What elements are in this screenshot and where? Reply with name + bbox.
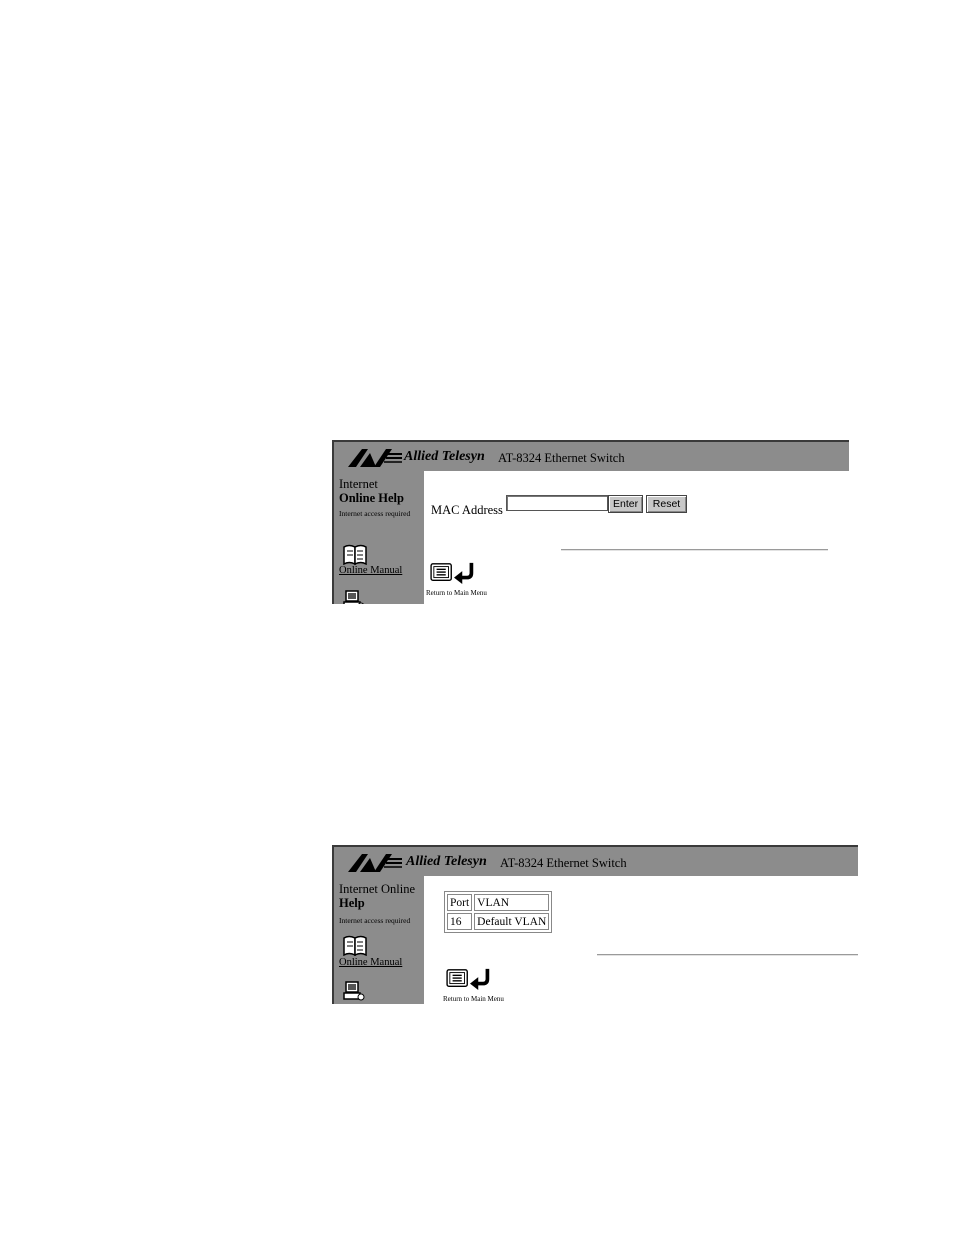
sidebar: Internet Online Help Internet access req… (332, 471, 424, 604)
online-manual-link[interactable]: Online Manual (339, 957, 402, 968)
port-cell: 16 (447, 913, 473, 930)
return-to-main-menu-icon[interactable] (444, 968, 496, 990)
help-note: Internet access required (339, 916, 411, 925)
header-bar: Allied Telesyn AT-8324 Ethernet Switch (332, 440, 849, 471)
column-header-port: Port (447, 894, 473, 911)
online-manual-link[interactable]: Online Manual (339, 565, 402, 576)
vlan-result-screen: Allied Telesyn AT-8324 Ethernet Switch I… (332, 845, 858, 1004)
table-row: 16 Default VLAN (447, 913, 550, 930)
mac-address-screen: Allied Telesyn AT-8324 Ethernet Switch I… (332, 440, 849, 604)
enter-button[interactable]: Enter (608, 495, 643, 513)
sidebar: Internet Online Help Internet access req… (332, 876, 424, 1004)
book-icon[interactable] (342, 543, 368, 565)
online-help-title: Internet Online Help (339, 882, 416, 910)
divider (597, 954, 858, 956)
port-vlan-table: Port VLAN 16 Default VLAN (444, 891, 553, 933)
product-title: AT-8324 Ethernet Switch (498, 451, 625, 465)
book-icon[interactable] (342, 934, 368, 956)
column-header-vlan: VLAN (474, 894, 550, 911)
computer-icon[interactable] (343, 980, 365, 1002)
product-title: AT-8324 Ethernet Switch (500, 856, 627, 870)
main-content: Port VLAN 16 Default VLAN Return to Main… (424, 876, 858, 1004)
return-to-main-menu-label[interactable]: Return to Main Menu (426, 589, 487, 597)
online-help-title: Internet Online Help (339, 477, 404, 505)
allied-telesyn-logo-icon (348, 853, 402, 872)
brand-name: Allied Telesyn (404, 449, 485, 464)
mac-address-label: MAC Address (431, 503, 503, 517)
return-to-main-menu-icon[interactable] (428, 562, 480, 584)
table-header-row: Port VLAN (447, 894, 550, 911)
computer-icon[interactable] (343, 589, 365, 604)
divider (561, 549, 828, 551)
header-bar: Allied Telesyn AT-8324 Ethernet Switch (332, 845, 858, 876)
allied-telesyn-logo-icon (348, 448, 402, 467)
brand-name: Allied Telesyn (406, 854, 487, 869)
main-content: MAC Address Enter Reset Return to Main M… (424, 471, 849, 604)
help-note: Internet access required (339, 509, 411, 518)
mac-address-input[interactable] (506, 495, 608, 511)
reset-button[interactable]: Reset (646, 495, 687, 513)
vlan-cell: Default VLAN (474, 913, 550, 930)
return-to-main-menu-label[interactable]: Return to Main Menu (443, 995, 504, 1003)
